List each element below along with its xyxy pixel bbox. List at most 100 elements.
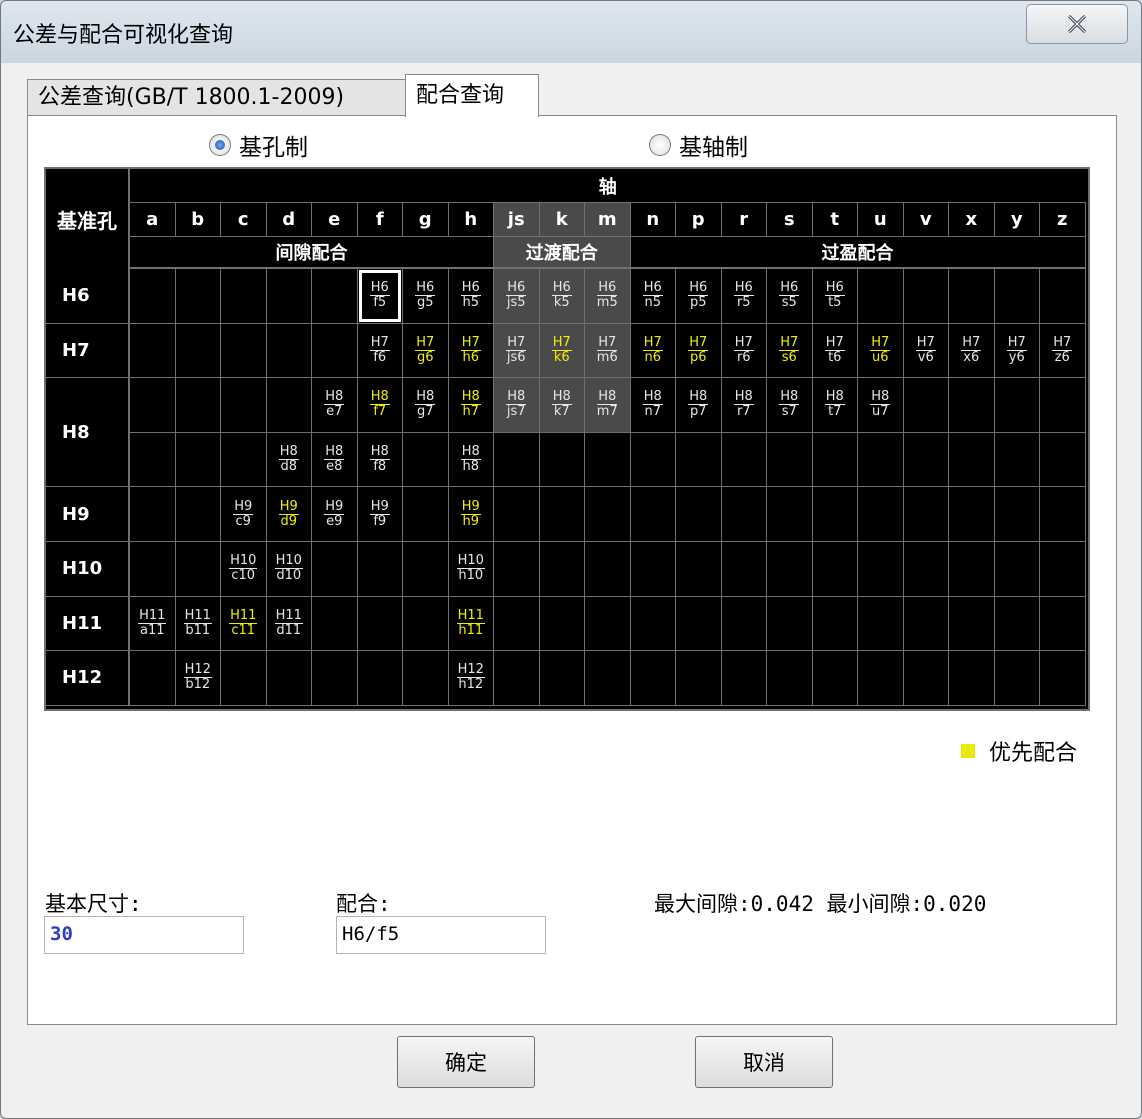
fit-cell[interactable]: H10 d10 [266, 542, 312, 597]
fit-cell[interactable]: H8 u7 [858, 378, 904, 433]
shaft-letter: v [904, 203, 949, 236]
shaft-tolerance: a11 [139, 622, 165, 638]
fit-cell[interactable]: H6 t5 [812, 269, 858, 324]
fit-cell[interactable]: H7 h6 [448, 323, 494, 379]
fit-cell[interactable]: H7 t6 [812, 323, 858, 379]
fit-cell[interactable]: H8 s7 [767, 378, 813, 433]
fit-cell[interactable]: H8 f8 [357, 432, 403, 488]
fit-cell[interactable]: H7 x6 [949, 323, 995, 379]
grid-cell [812, 651, 858, 706]
fit-cell[interactable]: H10 h10 [448, 542, 494, 597]
fit-cell[interactable]: H12 b12 [175, 651, 221, 706]
fit-cell[interactable]: H8 h8 [448, 432, 494, 488]
ok-button[interactable]: 确定 [397, 1036, 535, 1088]
fit-cell[interactable]: H7 s6 [767, 323, 813, 379]
shaft-letter: u [858, 203, 904, 236]
fit-cell[interactable]: H6 p5 [676, 269, 722, 324]
fit-cell[interactable]: H10 c10 [221, 542, 267, 597]
cancel-button[interactable]: 取消 [695, 1036, 833, 1088]
fit-cell[interactable]: H7 js6 [494, 323, 540, 379]
shaft-tolerance: e8 [326, 459, 343, 475]
fit-cell[interactable]: H8 m7 [585, 378, 631, 433]
fit-cell[interactable]: H11 h11 [448, 596, 494, 652]
fit-cell[interactable]: H8 t7 [812, 378, 858, 433]
fit-cell[interactable]: H8 d8 [266, 432, 312, 488]
fit-cell[interactable]: H11 a11 [130, 596, 176, 652]
grid-cell [130, 542, 176, 597]
fit-cell[interactable]: H8 e8 [312, 432, 358, 488]
radio-shaft-basis[interactable]: 基轴制 [649, 128, 748, 162]
fit-cell[interactable]: H6 n5 [630, 269, 676, 324]
shaft-tolerance: p5 [689, 295, 707, 311]
fit-cell[interactable]: H8 p7 [676, 378, 722, 433]
fit-cell[interactable]: H8 n7 [630, 378, 676, 433]
fit-input[interactable]: H6/f5 [336, 916, 546, 954]
fit-cell[interactable]: H11 d11 [266, 596, 312, 652]
shaft-tolerance: f5 [373, 295, 387, 311]
grid-cell [403, 596, 449, 652]
fit-cell[interactable]: H7 r6 [721, 323, 767, 379]
fit-cell[interactable]: H7 y6 [994, 323, 1040, 379]
fit-cell[interactable]: H9 c9 [221, 487, 267, 542]
radio-hole-basis[interactable]: 基孔制 [209, 128, 308, 162]
tab-fit-query[interactable]: 配合查询 [405, 74, 539, 117]
fit-cell[interactable]: H9 e9 [312, 487, 358, 542]
fit-cell[interactable]: H8 f7 [357, 378, 403, 433]
fit-cell[interactable]: H6 f5 [357, 269, 403, 324]
grid-cell [130, 378, 176, 433]
fit-cell[interactable]: H7 m6 [585, 323, 631, 379]
fit-cell[interactable]: H7 k6 [539, 323, 585, 379]
tab-tolerance-query[interactable]: 公差查询(GB/T 1800.1-2009) [27, 79, 407, 115]
fit-cell[interactable]: H8 h7 [448, 378, 494, 433]
fit-cell[interactable]: H8 r7 [721, 378, 767, 433]
close-button[interactable] [1026, 4, 1128, 44]
fit-cell[interactable]: H7 p6 [676, 323, 722, 379]
fit-cell[interactable]: H7 z6 [1040, 323, 1086, 379]
grid-cell [949, 378, 995, 433]
fit-cell[interactable]: H6 h5 [448, 269, 494, 324]
fit-cell[interactable]: H12 h12 [448, 651, 494, 706]
fit-cell[interactable]: H8 g7 [403, 378, 449, 433]
fit-cell[interactable]: H6 js5 [494, 269, 540, 324]
fit-cell[interactable]: H8 js7 [494, 378, 540, 433]
shaft-tolerance: d11 [276, 622, 302, 638]
fit-cell[interactable]: H8 k7 [539, 378, 585, 433]
fit-cell[interactable]: H6 k5 [539, 269, 585, 324]
fit-fraction: H8 t7 [813, 378, 858, 432]
shaft-tolerance: h8 [462, 459, 479, 475]
fit-cell[interactable]: H6 r5 [721, 269, 767, 324]
fit-cell[interactable]: H7 u6 [858, 323, 904, 379]
grid-cell [858, 651, 904, 706]
grid-cell [312, 542, 358, 597]
shaft-tolerance: d8 [280, 459, 298, 475]
grid-cell [721, 432, 767, 488]
shaft-tolerance: b12 [185, 677, 211, 693]
fit-cell[interactable]: H11 b11 [175, 596, 221, 652]
grid-cell [812, 487, 858, 542]
shaft-letter: z [1040, 203, 1086, 236]
fit-cell[interactable]: H6 s5 [767, 269, 813, 324]
fit-fraction: H8 e8 [312, 433, 357, 487]
shaft-letter: js [494, 203, 540, 236]
fit-fraction: H8 s7 [767, 378, 812, 432]
fit-cell[interactable]: H6 g5 [403, 269, 449, 324]
fit-cell[interactable]: H7 f6 [357, 323, 403, 379]
basic-size-input[interactable]: 30 [44, 916, 244, 954]
fit-cell[interactable]: H7 g6 [403, 323, 449, 379]
shaft-tolerance: s5 [781, 295, 797, 311]
fit-cell[interactable]: H6 m5 [585, 269, 631, 324]
fit-cell[interactable]: H7 v6 [903, 323, 949, 379]
shaft-tolerance: p6 [689, 349, 707, 365]
fit-cell[interactable]: H8 e7 [312, 378, 358, 433]
shaft-tolerance: d9 [280, 513, 298, 529]
hole-tolerance: H10 [456, 553, 485, 570]
fit-cell[interactable]: H9 h9 [448, 487, 494, 542]
fit-cell[interactable]: H9 f9 [357, 487, 403, 542]
grid-cell [539, 542, 585, 597]
radio-hole-basis-label: 基孔制 [239, 135, 308, 161]
grid-cell [994, 542, 1040, 597]
fit-cell[interactable]: H11 c11 [221, 596, 267, 652]
fit-cell[interactable]: H9 d9 [266, 487, 312, 542]
shaft-tolerance: f6 [373, 349, 387, 365]
fit-cell[interactable]: H7 n6 [630, 323, 676, 379]
